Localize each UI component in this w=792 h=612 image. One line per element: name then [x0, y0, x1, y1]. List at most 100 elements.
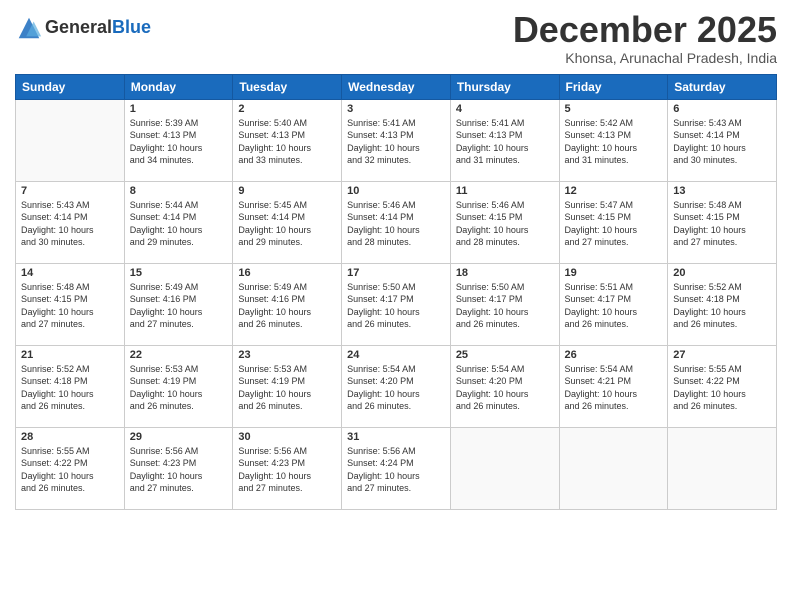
daylight-minutes: and 27 minutes.: [130, 482, 228, 495]
calendar-cell: 9Sunrise: 5:45 AMSunset: 4:14 PMDaylight…: [233, 181, 342, 263]
sunrise-text: Sunrise: 5:54 AM: [565, 363, 663, 376]
sunrise-text: Sunrise: 5:51 AM: [565, 281, 663, 294]
sunset-text: Sunset: 4:18 PM: [21, 375, 119, 388]
sunset-text: Sunset: 4:24 PM: [347, 457, 445, 470]
daylight-minutes: and 32 minutes.: [347, 154, 445, 167]
day-number: 2: [238, 103, 336, 115]
calendar-week-row: 14Sunrise: 5:48 AMSunset: 4:15 PMDayligh…: [16, 263, 777, 345]
calendar-cell: 11Sunrise: 5:46 AMSunset: 4:15 PMDayligh…: [450, 181, 559, 263]
day-number: 18: [456, 267, 554, 279]
logo-icon: [15, 14, 43, 42]
calendar-cell: 13Sunrise: 5:48 AMSunset: 4:15 PMDayligh…: [668, 181, 777, 263]
sunset-text: Sunset: 4:13 PM: [238, 129, 336, 142]
sunrise-text: Sunrise: 5:43 AM: [21, 199, 119, 212]
daylight-minutes: and 26 minutes.: [347, 318, 445, 331]
sunrise-text: Sunrise: 5:52 AM: [673, 281, 771, 294]
daylight-minutes: and 26 minutes.: [673, 400, 771, 413]
calendar-cell: 25Sunrise: 5:54 AMSunset: 4:20 PMDayligh…: [450, 345, 559, 427]
calendar-cell: 19Sunrise: 5:51 AMSunset: 4:17 PMDayligh…: [559, 263, 668, 345]
daylight-minutes: and 26 minutes.: [565, 318, 663, 331]
day-number: 22: [130, 349, 228, 361]
daylight-label: Daylight: 10 hours: [130, 470, 228, 483]
sunset-text: Sunset: 4:14 PM: [347, 211, 445, 224]
daylight-minutes: and 26 minutes.: [130, 400, 228, 413]
daylight-label: Daylight: 10 hours: [238, 224, 336, 237]
sunset-text: Sunset: 4:16 PM: [130, 293, 228, 306]
weekday-header: Sunday: [16, 74, 125, 99]
calendar-cell: 15Sunrise: 5:49 AMSunset: 4:16 PMDayligh…: [124, 263, 233, 345]
day-info: Sunrise: 5:43 AMSunset: 4:14 PMDaylight:…: [673, 117, 771, 167]
day-number: 1: [130, 103, 228, 115]
calendar-cell: 22 Sunrise: 5:53 AMSunset: 4:19 PMDayligh…: [124, 345, 233, 427]
day-info: Sunrise: 5:54 AMSunset: 4:20 PMDaylight:…: [456, 363, 554, 413]
sunrise-text: Sunrise: 5:48 AM: [673, 199, 771, 212]
daylight-label: Daylight: 10 hours: [673, 388, 771, 401]
sunrise-text: Sunrise: 5:56 AM: [347, 445, 445, 458]
sunrise-text: Sunrise: 5:56 AM: [130, 445, 228, 458]
day-info: Sunrise: 5:56 AMSunset: 4:23 PMDaylight:…: [130, 445, 228, 495]
daylight-label: Daylight: 10 hours: [238, 388, 336, 401]
sunrise-text: Sunrise: 5:50 AM: [456, 281, 554, 294]
sunset-text: Sunset: 4:19 PM: [238, 375, 336, 388]
day-info: Sunrise: 5:53 AMSunset: 4:19 PMDaylight:…: [130, 363, 228, 413]
sunset-text: Sunset: 4:21 PM: [565, 375, 663, 388]
calendar-cell: [450, 427, 559, 509]
day-number: 11: [456, 185, 554, 197]
day-number: 6: [673, 103, 771, 115]
sunset-text: Sunset: 4:18 PM: [673, 293, 771, 306]
month-title: December 2025: [513, 10, 777, 50]
day-info: Sunrise: 5:44 AMSunset: 4:14 PMDaylight:…: [130, 199, 228, 249]
sunset-text: Sunset: 4:14 PM: [238, 211, 336, 224]
sunrise-text: Sunrise: 5:39 AM: [130, 117, 228, 130]
daylight-label: Daylight: 10 hours: [130, 306, 228, 319]
daylight-label: Daylight: 10 hours: [456, 142, 554, 155]
sunset-text: Sunset: 4:13 PM: [130, 129, 228, 142]
day-number: 8: [130, 185, 228, 197]
day-info: Sunrise: 5:47 AMSunset: 4:15 PMDaylight:…: [565, 199, 663, 249]
day-number: 12: [565, 185, 663, 197]
calendar-cell: 29Sunrise: 5:56 AMSunset: 4:23 PMDayligh…: [124, 427, 233, 509]
daylight-minutes: and 26 minutes.: [238, 400, 336, 413]
day-number: 3: [347, 103, 445, 115]
daylight-minutes: and 26 minutes.: [456, 318, 554, 331]
daylight-minutes: and 27 minutes.: [130, 318, 228, 331]
sunset-text: Sunset: 4:15 PM: [21, 293, 119, 306]
daylight-minutes: and 27 minutes.: [673, 236, 771, 249]
day-number: 10: [347, 185, 445, 197]
daylight-minutes: and 33 minutes.: [238, 154, 336, 167]
daylight-label: Daylight: 10 hours: [347, 224, 445, 237]
sunrise-text: Sunrise: 5:47 AM: [565, 199, 663, 212]
daylight-minutes: and 26 minutes.: [456, 400, 554, 413]
day-number: 15: [130, 267, 228, 279]
sunset-text: Sunset: 4:17 PM: [347, 293, 445, 306]
calendar-cell: 7Sunrise: 5:43 AMSunset: 4:14 PMDaylight…: [16, 181, 125, 263]
calendar-header-row: SundayMondayTuesdayWednesdayThursdayFrid…: [16, 74, 777, 99]
daylight-label: Daylight: 10 hours: [347, 306, 445, 319]
day-info: Sunrise: 5:52 AMSunset: 4:18 PMDaylight:…: [21, 363, 119, 413]
daylight-label: Daylight: 10 hours: [21, 388, 119, 401]
calendar-cell: 27Sunrise: 5:55 AMSunset: 4:22 PMDayligh…: [668, 345, 777, 427]
daylight-minutes: and 31 minutes.: [456, 154, 554, 167]
calendar-cell: 26Sunrise: 5:54 AMSunset: 4:21 PMDayligh…: [559, 345, 668, 427]
calendar-cell: 23Sunrise: 5:53 AMSunset: 4:19 PMDayligh…: [233, 345, 342, 427]
calendar-cell: 21Sunrise: 5:52 AMSunset: 4:18 PMDayligh…: [16, 345, 125, 427]
day-info: Sunrise: 5:54 AMSunset: 4:21 PMDaylight:…: [565, 363, 663, 413]
daylight-minutes: and 26 minutes.: [673, 318, 771, 331]
day-info: Sunrise: 5:41 AMSunset: 4:13 PMDaylight:…: [456, 117, 554, 167]
sunrise-text: Sunrise: 5:49 AM: [238, 281, 336, 294]
daylight-minutes: and 34 minutes.: [130, 154, 228, 167]
calendar-cell: 31Sunrise: 5:56 AMSunset: 4:24 PMDayligh…: [342, 427, 451, 509]
daylight-label: Daylight: 10 hours: [565, 142, 663, 155]
daylight-label: Daylight: 10 hours: [456, 388, 554, 401]
daylight-minutes: and 26 minutes.: [21, 400, 119, 413]
sunrise-text: Sunrise: 5:40 AM: [238, 117, 336, 130]
sunset-text: Sunset: 4:16 PM: [238, 293, 336, 306]
day-info: Sunrise: 5:52 AMSunset: 4:18 PMDaylight:…: [673, 281, 771, 331]
logo-general-text: General: [45, 17, 112, 37]
daylight-label: Daylight: 10 hours: [565, 224, 663, 237]
daylight-label: Daylight: 10 hours: [21, 470, 119, 483]
weekday-header: Wednesday: [342, 74, 451, 99]
sunrise-text: Sunrise: 5:48 AM: [21, 281, 119, 294]
sunset-text: Sunset: 4:15 PM: [673, 211, 771, 224]
calendar-week-row: 28Sunrise: 5:55 AMSunset: 4:22 PMDayligh…: [16, 427, 777, 509]
